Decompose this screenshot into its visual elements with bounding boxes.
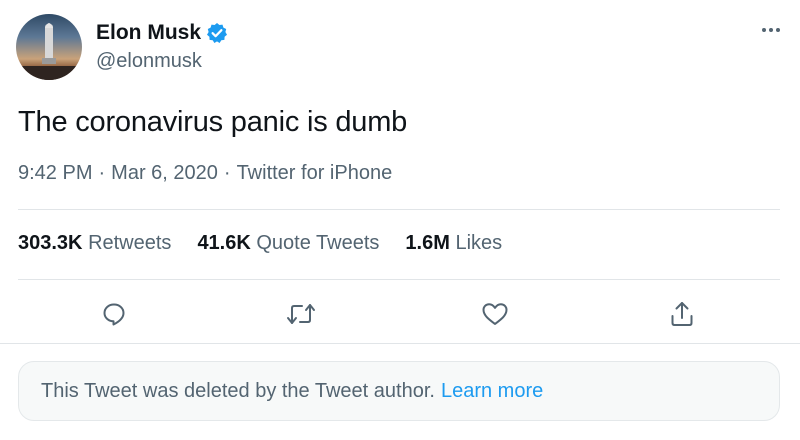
tweet-meta: 9:42 PM · Mar 6, 2020 · Twitter for iPho… bbox=[18, 162, 392, 185]
share-button[interactable] bbox=[664, 296, 700, 332]
retweet-button[interactable] bbox=[283, 296, 319, 332]
quote-tweets-count: 41.6K bbox=[197, 232, 251, 254]
divider bbox=[18, 209, 780, 210]
more-options-icon[interactable] bbox=[756, 20, 786, 40]
reply-icon bbox=[103, 303, 125, 326]
learn-more-link[interactable]: Learn more bbox=[441, 380, 543, 403]
reply-button[interactable] bbox=[96, 296, 132, 332]
retweet-icon bbox=[287, 304, 315, 324]
tweet-time[interactable]: 9:42 PM bbox=[18, 162, 92, 185]
author-handle[interactable]: @elonmusk bbox=[96, 50, 228, 73]
starship-icon bbox=[16, 23, 82, 80]
divider bbox=[0, 343, 800, 344]
tweet-text: The coronavirus panic is dumb bbox=[18, 106, 408, 138]
meta-separator: · bbox=[223, 162, 231, 184]
likes-stat[interactable]: 1.6M Likes bbox=[405, 232, 502, 255]
deleted-tweet-notice: This Tweet was deleted by the Tweet auth… bbox=[18, 361, 780, 421]
author-names: Elon Musk @elonmusk bbox=[96, 18, 228, 73]
divider bbox=[18, 279, 780, 280]
avatar[interactable] bbox=[16, 14, 82, 80]
display-name-row: Elon Musk bbox=[96, 18, 228, 48]
retweets-label: Retweets bbox=[88, 232, 172, 254]
tweet-stats: 303.3K Retweets 41.6K Quote Tweets 1.6M … bbox=[18, 232, 528, 255]
like-button[interactable] bbox=[477, 296, 513, 332]
heart-icon bbox=[482, 303, 508, 325]
tweet-source[interactable]: Twitter for iPhone bbox=[237, 162, 393, 185]
retweets-count: 303.3K bbox=[18, 232, 83, 254]
likes-label: Likes bbox=[455, 232, 503, 254]
display-name[interactable]: Elon Musk bbox=[96, 21, 201, 45]
retweets-stat[interactable]: 303.3K Retweets bbox=[18, 232, 171, 255]
quote-tweets-stat[interactable]: 41.6K Quote Tweets bbox=[197, 232, 379, 255]
tweet-detail: Elon Musk @elonmusk The coronavirus pani… bbox=[0, 0, 800, 440]
deleted-notice-text: This Tweet was deleted by the Tweet auth… bbox=[41, 379, 435, 402]
tweet-actions bbox=[0, 296, 800, 332]
tweet-date[interactable]: Mar 6, 2020 bbox=[111, 162, 218, 185]
tweet-header: Elon Musk @elonmusk bbox=[16, 14, 786, 80]
verified-badge-icon bbox=[206, 22, 228, 44]
likes-count: 1.6M bbox=[405, 232, 450, 254]
quote-tweets-label: Quote Tweets bbox=[256, 232, 380, 254]
share-icon bbox=[671, 302, 693, 326]
meta-separator: · bbox=[98, 162, 106, 184]
